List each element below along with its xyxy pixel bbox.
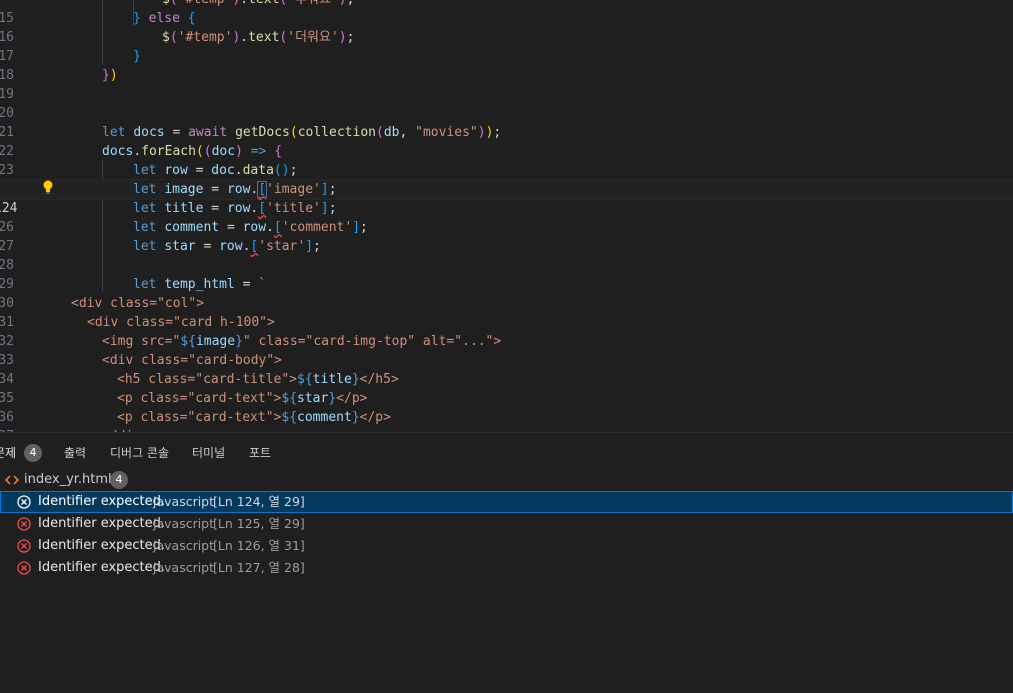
code-line: 35 <h5 class="card-title">${title}</h5> <box>0 370 1013 406</box>
problem-item[interactable]: Identifier expected. javascript [Ln 125,… <box>0 513 1013 535</box>
tab-debug-console[interactable]: 디버그 콘솔 <box>110 443 169 463</box>
code-text: <h5 class="card-title">${title}</h5> <box>117 372 399 387</box>
code-line: 30 let temp_html = ` <box>0 275 1013 311</box>
code-text: let star = row.['star']; <box>133 239 321 254</box>
code-line: 18 } <box>0 47 1013 83</box>
code-line: 26 let title = row.['title']; <box>0 199 1013 235</box>
code-text: let row = doc.data(); <box>133 163 298 178</box>
code-text: let docs = await getDocs(collection(db, … <box>102 125 502 140</box>
code-line: 33 <img src="${image}" class="card-img-t… <box>0 332 1013 368</box>
problem-message: Identifier expected. <box>38 560 166 575</box>
error-circle-icon <box>17 495 31 509</box>
code-line: 27 let comment = row.['comment']; <box>0 218 1013 254</box>
bottom-panel: 문제 4 출력 디버그 콘솔 터미널 포트 index_yr.html 4 Id… <box>0 432 1013 693</box>
problem-source: javascript <box>153 516 215 531</box>
problem-message: Identifier expected. <box>38 516 166 531</box>
code-line: 29 <box>0 256 1013 292</box>
code-text: <p class="card-text">${comment}</p> <box>117 410 391 425</box>
file-problem-count-badge: 4 <box>110 471 128 489</box>
problem-message: Identifier expected. <box>38 494 166 509</box>
code-line: 17 $('#temp').text('더워요'); <box>0 28 1013 64</box>
tab-ports[interactable]: 포트 <box>249 443 271 463</box>
code-text: $('#temp').text('추워요'); <box>162 0 354 9</box>
code-line: 21 <box>0 104 1013 140</box>
tab-output[interactable]: 출력 <box>64 443 86 463</box>
code-line: 36 <p class="card-text">${star}</p> <box>0 389 1013 425</box>
code-text: <img src="${image}" class="card-img-top"… <box>102 334 502 349</box>
code-text: let image = row.['image']; <box>133 181 337 198</box>
problem-file-group[interactable]: index_yr.html 4 <box>0 469 1013 491</box>
code-text: $('#temp').text('더워요'); <box>162 30 355 45</box>
code-line: 22 let docs = await getDocs(collection(d… <box>0 123 1013 159</box>
code-text: }) <box>102 68 118 83</box>
code-text: <div class="card-body"> <box>102 353 283 368</box>
problem-location: [Ln 124, 열 29] <box>213 494 305 509</box>
problem-item[interactable]: Identifier expected. javascript [Ln 124,… <box>0 491 1013 513</box>
code-line: 16 } else { <box>0 9 1013 45</box>
lightbulb-icon[interactable] <box>42 180 54 194</box>
code-text: let comment = row.['comment']; <box>133 220 368 235</box>
code-line: 31 <div class="col"> <box>0 294 1013 330</box>
code-text: <div class="col"> <box>71 296 205 311</box>
error-circle-icon <box>17 539 31 553</box>
problem-message: Identifier expected. <box>38 538 166 553</box>
code-text: let title = row.['title']; <box>133 201 337 216</box>
code-text: } else { <box>133 11 196 26</box>
code-line: 34 <div class="card-body"> <box>0 351 1013 387</box>
error-circle-icon <box>17 561 31 575</box>
problem-item[interactable]: Identifier expected. javascript [Ln 126,… <box>0 535 1013 557</box>
problem-location: [Ln 126, 열 31] <box>213 538 305 553</box>
problem-location: [Ln 125, 열 29] <box>213 516 305 531</box>
code-line: 23 docs.forEach((doc) => { <box>0 142 1013 178</box>
code-text: <p class="card-text">${star}</p> <box>117 391 368 406</box>
code-text: } <box>133 49 141 64</box>
code-line: 24 let row = doc.data(); <box>0 161 1013 197</box>
code-line: 20 <box>0 85 1013 121</box>
code-line: 37 <p class="card-text">${comment}</p> <box>0 408 1013 432</box>
problems-count-badge: 4 <box>24 444 42 462</box>
code-line: 28 let star = row.['star']; <box>0 237 1013 273</box>
code-line: 32 <div class="card h-100"> <box>0 313 1013 349</box>
code-line: 19 }) <box>0 66 1013 102</box>
code-line: 15 $('#temp').text('추워요'); <box>0 0 1013 26</box>
problem-source: javascript <box>153 494 215 509</box>
problem-location: [Ln 127, 열 28] <box>213 560 305 575</box>
tab-problems[interactable]: 문제 <box>0 443 16 463</box>
code-text: <div class="card h-100"> <box>87 315 275 330</box>
code-line-current: 124 let image = row.['image']; <box>0 179 1013 216</box>
code-editor[interactable]: 15 $('#temp').text('추워요'); 16 } else { 1… <box>0 0 1013 432</box>
problem-item[interactable]: Identifier expected. javascript [Ln 127,… <box>0 557 1013 579</box>
error-circle-icon <box>17 517 31 531</box>
problem-file-name: index_yr.html <box>24 472 112 487</box>
problem-source: javascript <box>153 560 215 575</box>
tab-terminal[interactable]: 터미널 <box>192 443 225 463</box>
code-text: docs.forEach((doc) => { <box>102 144 283 159</box>
html-file-icon <box>5 475 19 485</box>
problem-source: javascript <box>153 538 215 553</box>
code-text: let temp_html = ` <box>133 277 267 292</box>
